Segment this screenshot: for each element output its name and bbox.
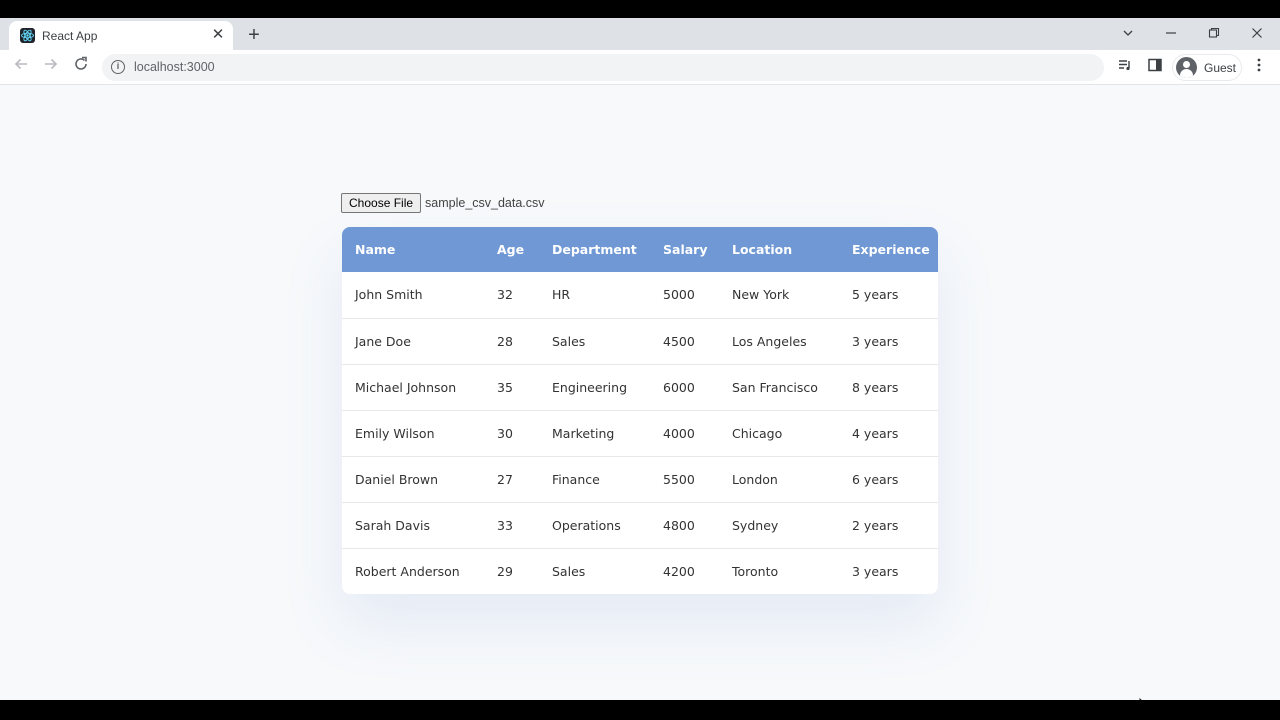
reload-icon[interactable] [69,56,93,80]
column-header-age: Age [497,242,525,257]
cell-name: Michael Johnson [342,364,484,411]
cell-department: Sales [552,563,586,579]
tab-react-app[interactable]: React App ✕ [9,21,233,50]
table-row: Robert Anderson 29 Sales 4200 Toronto 3 … [342,548,938,594]
cell-age: 29 [497,563,513,579]
side-panel-icon[interactable] [1143,56,1167,80]
table-row: John Smith 32 HR 5000 New York 5 years [342,272,938,319]
cell-department: HR [539,272,650,319]
cell-department: Engineering [539,364,650,411]
table-row: Daniel Brown 27 Finance 5500 London 6 ye… [342,456,938,503]
cell-experience: 3 years [839,318,938,365]
cell-name: Emily Wilson [342,410,484,457]
cell-experience: 8 years [839,364,938,411]
cell-department: Sales [539,318,650,365]
back-arrow-icon[interactable] [9,56,33,80]
choose-file-button[interactable]: Choose File [341,193,422,213]
column-header-salary: Salary [663,242,708,257]
account-icon [1176,57,1197,78]
forward-arrow-icon[interactable] [39,56,63,80]
selected-file-name: sample_csv_data.csv [425,196,545,210]
cell-experience: 4 years [839,410,938,457]
browser-toolbar: i localhost:3000 Guest [0,50,1280,85]
cell-experience: 2 years [839,502,938,549]
kebab-menu-icon[interactable] [1247,56,1271,80]
page-content: Choose File sample_csv_data.csv Name Age… [0,85,1280,700]
restore-icon[interactable] [1199,22,1229,46]
cell-salary: 4500 [650,318,719,365]
cell-salary: 5000 [650,272,719,319]
cell-location: Chicago [719,410,839,457]
cell-department: Marketing [539,410,650,457]
close-icon[interactable] [1242,22,1272,46]
table-row: Jane Doe 28 Sales 4500 Los Angeles 3 yea… [342,318,938,365]
cell-location: New York [719,272,839,319]
cell-experience: 6 years [839,456,938,503]
cell-age: 33 [484,502,539,549]
cell-salary: 4200 [663,563,695,579]
table-row: Emily Wilson 30 Marketing 4000 Chicago 4… [342,410,938,457]
cell-age: 28 [484,318,539,365]
cell-location: San Francisco [719,364,839,411]
new-tab-button[interactable]: + [243,24,265,46]
cell-age: 32 [484,272,539,319]
tab-strip: React App ✕ + [0,18,1280,50]
minimize-icon[interactable] [1156,22,1186,46]
address-bar[interactable]: i localhost:3000 [102,54,1104,81]
table-row: Michael Johnson 35 Engineering 6000 San … [342,364,938,411]
media-queue-icon[interactable] [1113,56,1137,80]
cell-name: Robert Anderson [355,563,460,579]
mouse-cursor-icon [1139,697,1153,700]
column-header-name: Name [355,242,396,257]
column-header-experience: Experience [852,242,930,257]
cell-experience: 5 years [839,272,938,319]
cell-name: Daniel Brown [342,456,484,503]
cell-age: 30 [484,410,539,457]
info-icon[interactable]: i [111,60,125,74]
csv-data-table: Name Age Department Salary Location Expe… [342,227,938,594]
cell-salary: 4000 [650,410,719,457]
cell-age: 35 [484,364,539,411]
column-header-location: Location [732,242,793,257]
url-text[interactable]: localhost:3000 [134,60,215,74]
tab-title: React App [42,29,98,43]
cell-location: Los Angeles [719,318,839,365]
cell-salary: 4800 [650,502,719,549]
browser-window: React App ✕ + i localhost:3000 Guest Cho… [0,18,1280,700]
cell-location: Sydney [719,502,839,549]
cell-salary: 6000 [650,364,719,411]
cell-salary: 5500 [650,456,719,503]
cell-experience: 3 years [852,563,899,579]
cell-department: Operations [539,502,650,549]
cell-department: Finance [539,456,650,503]
table-row: Sarah Davis 33 Operations 4800 Sydney 2 … [342,502,938,549]
profile-button[interactable]: Guest [1172,54,1242,81]
table-header-row: Name Age Department Salary Location Expe… [342,227,938,272]
column-header-department: Department [552,242,637,257]
cell-age: 27 [484,456,539,503]
cell-name: Sarah Davis [342,502,484,549]
cell-name: John Smith [342,272,484,319]
cell-location: London [719,456,839,503]
profile-name: Guest [1204,61,1237,75]
file-upload: Choose File sample_csv_data.csv [341,193,545,213]
tab-close-icon[interactable]: ✕ [209,26,227,44]
chevron-down-icon[interactable] [1113,22,1143,46]
cell-name: Jane Doe [342,318,484,365]
cell-location: Toronto [732,563,779,579]
react-favicon-icon [20,28,35,43]
